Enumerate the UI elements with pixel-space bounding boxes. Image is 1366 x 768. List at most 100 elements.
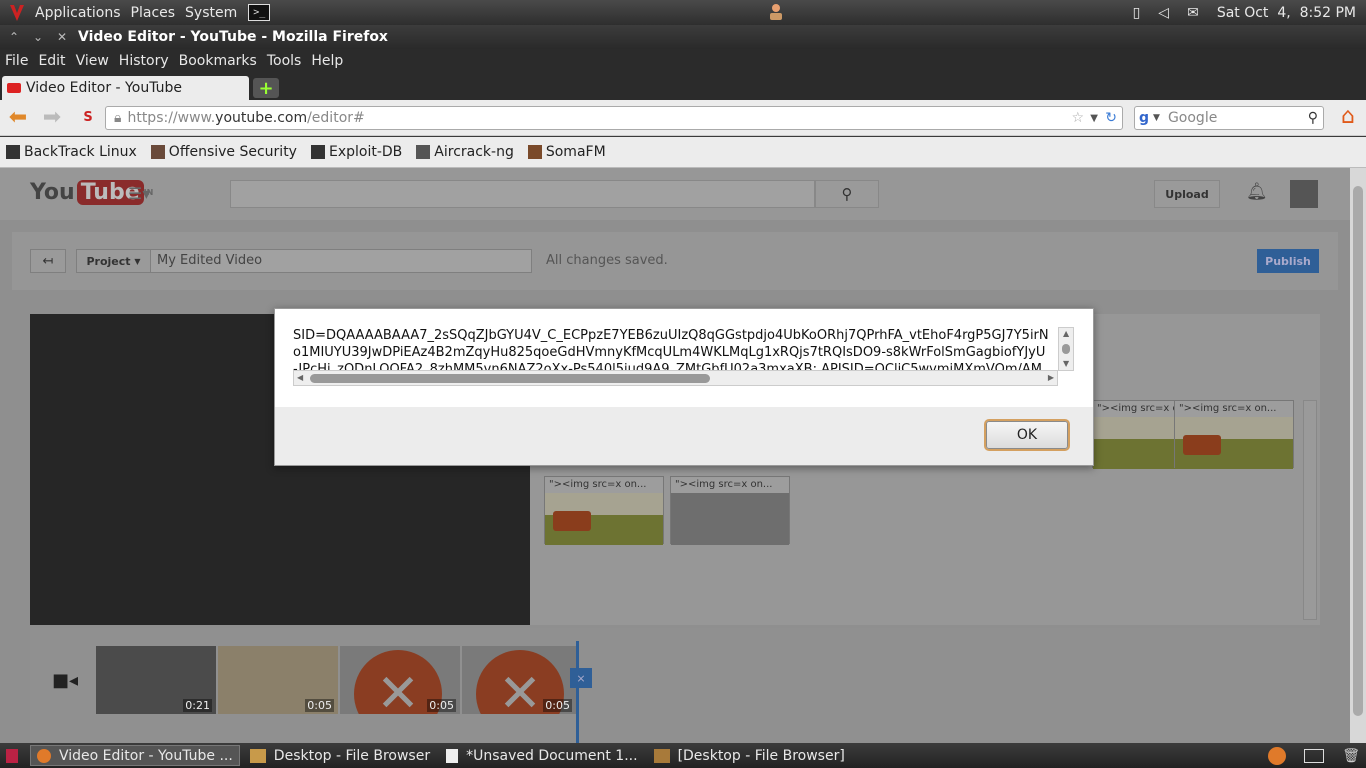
- bookmark-exploit-db[interactable]: Exploit-DB: [310, 144, 402, 160]
- distro-logo-icon[interactable]: [4, 0, 30, 25]
- aircrack-icon: [416, 145, 431, 159]
- menu-view[interactable]: View: [71, 53, 114, 69]
- task-label: *Unsaved Document 1...: [466, 747, 638, 764]
- url-bar[interactable]: 🔒︎ https://www. youtube.com/editor# ☆ ▼ ↻: [105, 106, 1123, 130]
- task-unsaved-document[interactable]: *Unsaved Document 1...: [440, 745, 643, 766]
- scroll-right-icon[interactable]: ▶: [1048, 373, 1054, 382]
- clip-thumbnail[interactable]: "><img src=x on...: [544, 476, 664, 545]
- menu-places[interactable]: Places: [126, 5, 181, 21]
- scroll-thumb[interactable]: [310, 374, 710, 383]
- menu-edit[interactable]: Edit: [33, 53, 70, 69]
- addon-icon[interactable]: S: [76, 107, 100, 129]
- menu-bookmarks[interactable]: Bookmarks: [174, 53, 262, 69]
- bookmark-backtrack-linux[interactable]: BackTrack Linux: [6, 144, 137, 160]
- timeline-clip[interactable]: ✕ 0:05: [462, 646, 576, 714]
- text-editor-icon: [446, 748, 459, 763]
- youtube-header: You Tube IN ☰▾ ⚲ Upload 🔔︎: [0, 168, 1350, 220]
- search-icon: ⚲: [841, 185, 853, 203]
- project-dropdown[interactable]: Project ▼: [76, 249, 151, 273]
- search-icon[interactable]: ⚲: [1308, 110, 1318, 126]
- workspace-switcher-icon[interactable]: [1304, 748, 1325, 763]
- back-button[interactable]: ↤: [30, 249, 66, 273]
- scroll-thumb[interactable]: [1353, 186, 1363, 716]
- timeline-clip[interactable]: 0:21: [96, 646, 216, 714]
- alert-line: o1MIUYU39JwDPiEAz4B2mZqyHu825qoeGdHVmnyK…: [293, 345, 1046, 360]
- search-engine-dropdown-icon[interactable]: ▼: [1153, 113, 1160, 123]
- tab-video-editor[interactable]: Video Editor - YouTube: [2, 76, 249, 100]
- firefox-icon: [37, 748, 51, 763]
- bookmark-offensive-security[interactable]: Offensive Security: [150, 144, 297, 160]
- dropdown-icon[interactable]: ▼: [1090, 113, 1098, 124]
- chevron-down-icon[interactable]: ⌄: [28, 30, 48, 44]
- menu-tools[interactable]: Tools: [262, 53, 307, 69]
- bookmark-label: Aircrack-ng: [434, 144, 514, 160]
- mail-icon[interactable]: ✉: [1187, 5, 1199, 21]
- task-label: Desktop - File Browser: [273, 747, 431, 764]
- avatar[interactable]: [1290, 180, 1318, 208]
- alert-body: SID=DQAAAABAAA7_2sSQqZJbGYU4V_C_ECPpzE7Y…: [275, 309, 1093, 407]
- upload-button[interactable]: Upload: [1154, 180, 1220, 208]
- chevron-up-icon[interactable]: ⌃: [4, 30, 24, 44]
- scroll-left-icon[interactable]: ◀: [297, 373, 303, 382]
- clip-thumbnail[interactable]: "><img src=x on...: [1174, 400, 1294, 469]
- menu-history[interactable]: History: [114, 53, 174, 69]
- menu-file[interactable]: File: [0, 53, 33, 69]
- menu-help[interactable]: Help: [306, 53, 348, 69]
- task-desktop-file-browser[interactable]: Desktop - File Browser: [244, 745, 436, 766]
- bell-icon[interactable]: 🔔︎: [1246, 182, 1268, 202]
- reload-icon[interactable]: ↻: [1105, 110, 1117, 126]
- trash-icon[interactable]: 🗑︎: [1342, 748, 1360, 764]
- timeline-clip[interactable]: 0:05: [218, 646, 338, 714]
- task-desktop-file-browser-minimized[interactable]: [Desktop - File Browser]: [648, 745, 851, 766]
- window-title: Video Editor - YouTube - Mozilla Firefox: [78, 29, 388, 45]
- youtube-search-input[interactable]: [230, 180, 815, 208]
- user-icon[interactable]: [766, 2, 786, 26]
- timeline-clip[interactable]: ✕ 0:05: [340, 646, 460, 714]
- publish-button[interactable]: Publish: [1257, 249, 1319, 273]
- clip-caption: "><img src=x on...: [1175, 401, 1293, 417]
- tab-strip: Video Editor - YouTube +: [0, 73, 1366, 100]
- new-tab-button[interactable]: +: [253, 78, 279, 99]
- project-name-input[interactable]: My Edited Video: [150, 249, 532, 273]
- close-icon[interactable]: ✕: [52, 30, 72, 44]
- clip-duration: 0:05: [305, 699, 334, 712]
- video-camera-icon: ■◂: [52, 670, 79, 691]
- battery-icon[interactable]: ▯: [1133, 5, 1141, 21]
- scroll-up-icon[interactable]: ▲: [1063, 329, 1069, 338]
- google-icon[interactable]: g: [1139, 110, 1149, 126]
- page-scrollbar[interactable]: [1350, 168, 1366, 743]
- guide-menu-icon[interactable]: ☰▾: [128, 184, 150, 203]
- forward-arrow-icon[interactable]: ➡: [40, 107, 64, 129]
- alert-horizontal-scrollbar[interactable]: ◀ ▶: [293, 370, 1058, 386]
- clip-caption: "><img src=x on...: [671, 477, 789, 493]
- search-bar[interactable]: g ▼ Google ⚲: [1134, 106, 1324, 130]
- terminal-icon[interactable]: >_: [248, 4, 271, 21]
- bookmark-somafm[interactable]: SomaFM: [527, 144, 606, 160]
- scroll-thumb[interactable]: [1062, 344, 1070, 354]
- clip-duration: 0:21: [183, 699, 212, 712]
- folder-icon: [653, 748, 670, 763]
- volume-icon[interactable]: ◁: [1158, 5, 1169, 21]
- bookmark-aircrack-ng[interactable]: Aircrack-ng: [416, 144, 514, 160]
- menu-system[interactable]: System: [180, 5, 242, 21]
- playhead[interactable]: [576, 641, 579, 743]
- bookmark-label: Offensive Security: [168, 144, 297, 160]
- menu-applications[interactable]: Applications: [30, 5, 126, 21]
- back-arrow-icon[interactable]: ⬅: [6, 107, 30, 129]
- star-icon[interactable]: ☆: [1071, 110, 1084, 126]
- playhead-handle-icon[interactable]: ⨯: [570, 668, 592, 688]
- ok-button[interactable]: OK: [986, 421, 1068, 449]
- scroll-down-icon[interactable]: ▼: [1063, 359, 1069, 368]
- bookmark-label: BackTrack Linux: [24, 144, 137, 160]
- logo-you: You: [30, 180, 75, 205]
- firefox-tray-icon[interactable]: [1268, 746, 1287, 765]
- media-scrollbar[interactable]: [1303, 400, 1317, 620]
- task-video-editor[interactable]: Video Editor - YouTube ...: [30, 745, 240, 766]
- clock[interactable]: Sat Oct 4, 8:52 PM: [1217, 5, 1356, 21]
- youtube-search-button[interactable]: ⚲: [815, 180, 879, 208]
- clip-thumbnail[interactable]: "><img src=x on...: [670, 476, 790, 545]
- home-icon[interactable]: ⌂: [1336, 106, 1360, 130]
- alert-line: SID=DQAAAABAAA7_2sSQqZJbGYU4V_C_ECPpzE7Y…: [293, 328, 1049, 343]
- show-desktop-icon[interactable]: [6, 748, 18, 763]
- alert-vertical-scrollbar[interactable]: ▲ ▼: [1058, 327, 1074, 371]
